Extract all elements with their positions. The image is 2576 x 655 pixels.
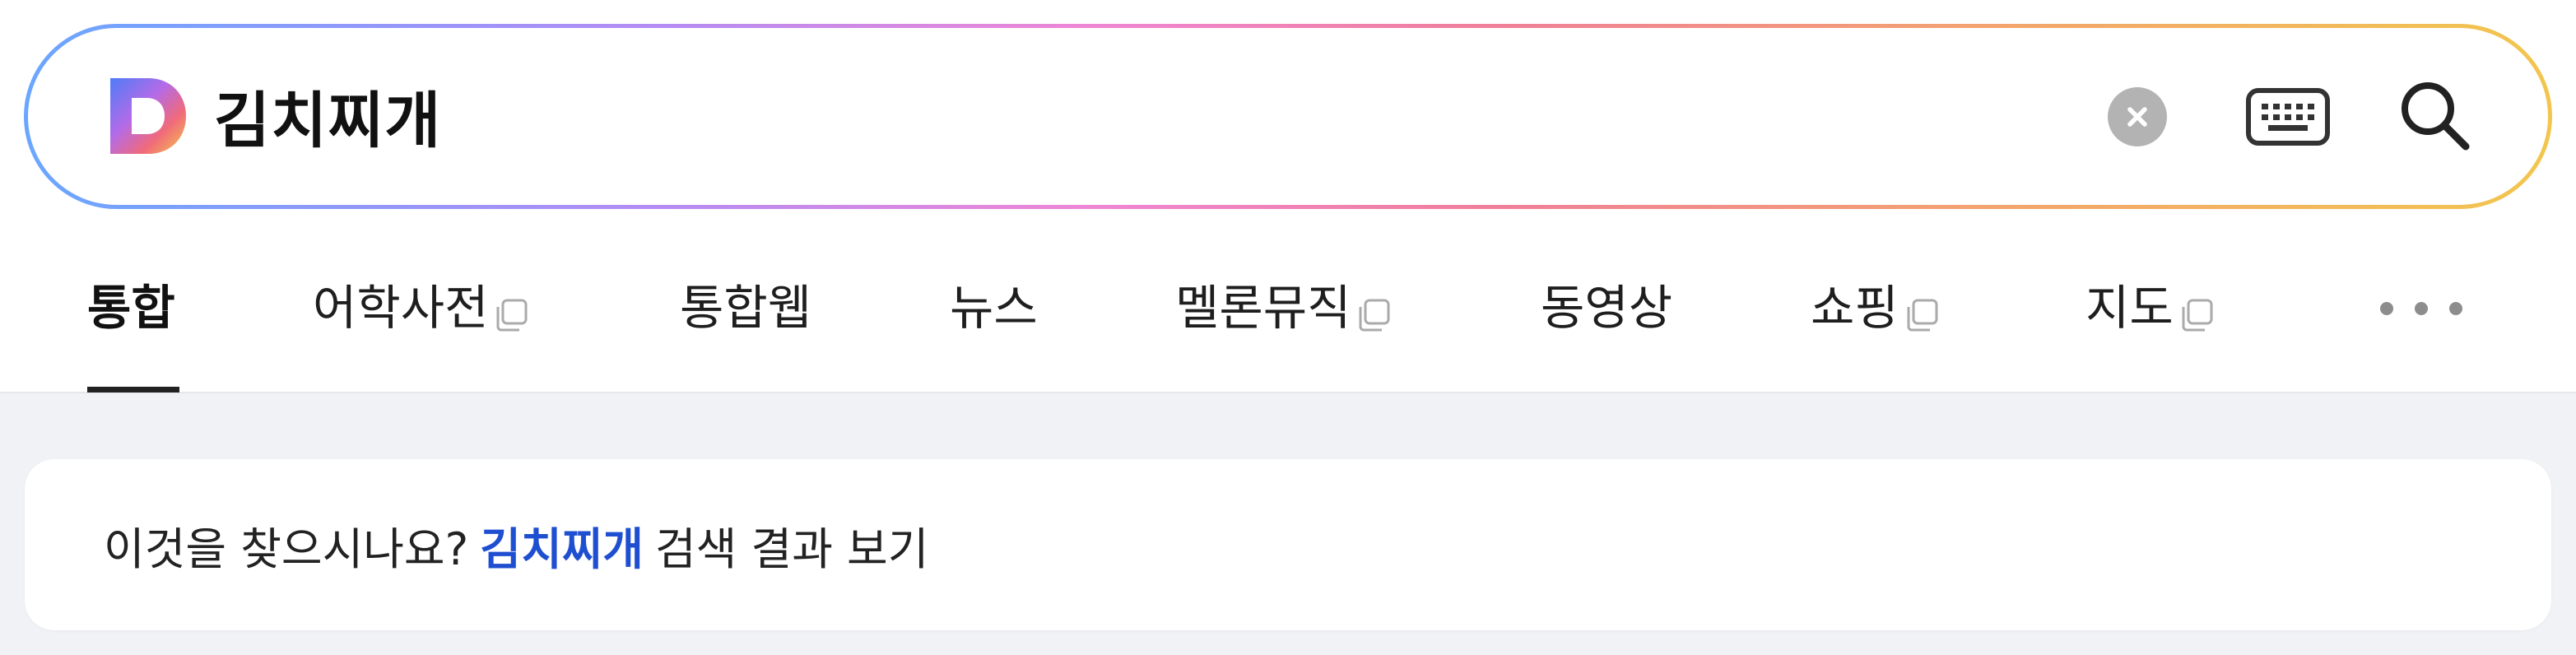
- tab-label: 지도: [2085, 280, 2174, 336]
- tab-dictionary[interactable]: 어학사전: [313, 216, 529, 392]
- tab-label: 통합웹: [680, 280, 812, 336]
- tab-melon-music[interactable]: 멜론뮤직: [1175, 216, 1392, 392]
- search-icon[interactable]: [2397, 77, 2474, 155]
- tab-label: 멜론뮤직: [1175, 280, 1351, 336]
- keyboard-icon[interactable]: [2245, 87, 2331, 146]
- tab-video[interactable]: 동영상: [1541, 216, 1672, 392]
- suggestion-keyword-link[interactable]: 김치찌개: [480, 513, 644, 578]
- suggestion-prefix: 이것을 찾으시나요?: [104, 523, 469, 575]
- clear-icon[interactable]: [2108, 87, 2167, 146]
- tab-map[interactable]: 지도: [2085, 216, 2215, 392]
- suggestion-suffix: 검색 결과 보기: [655, 523, 929, 575]
- external-window-icon: [2178, 289, 2215, 332]
- external-window-icon: [1355, 289, 1392, 332]
- tab-label: 쇼핑: [1811, 280, 1899, 336]
- tab-label: 동영상: [1541, 280, 1673, 336]
- header: 김치찌개 통합 어학사전 통합웹 뉴스 멜론뮤직 동영상 쇼핑 지도: [0, 0, 2576, 393]
- external-window-icon: [493, 289, 529, 332]
- search-tabs: 통합 어학사전 통합웹 뉴스 멜론뮤직 동영상 쇼핑 지도: [0, 216, 2576, 393]
- tab-integrated-web[interactable]: 통합웹: [680, 216, 811, 392]
- search-bar: 김치찌개: [24, 24, 2552, 209]
- external-window-icon: [1904, 289, 1940, 332]
- tab-integrated[interactable]: 통합: [87, 216, 175, 392]
- search-input[interactable]: 김치찌개: [214, 66, 441, 165]
- tab-label: 통합: [87, 280, 175, 336]
- daum-logo-icon[interactable]: [109, 77, 188, 156]
- search-bar-inner: 김치찌개: [28, 28, 2548, 205]
- active-tab-indicator: [87, 387, 179, 393]
- tab-label: 어학사전: [313, 280, 489, 336]
- tab-label: 뉴스: [950, 280, 1038, 336]
- tab-news[interactable]: 뉴스: [950, 216, 1038, 392]
- more-dots-icon[interactable]: [2380, 296, 2462, 321]
- tab-shopping[interactable]: 쇼핑: [1811, 216, 1940, 392]
- spelling-suggestion: 이것을 찾으시나요? 김치찌개 검색 결과 보기: [25, 459, 2551, 630]
